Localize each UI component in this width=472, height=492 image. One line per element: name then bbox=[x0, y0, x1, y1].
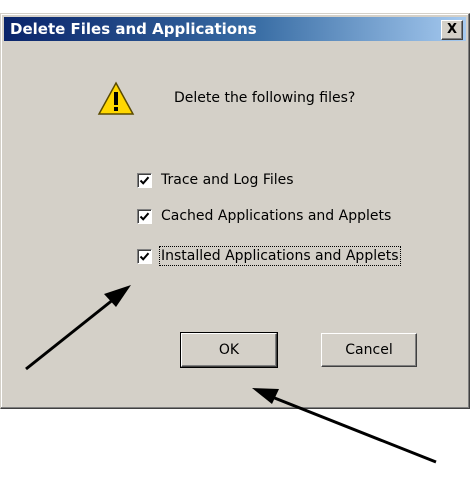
arrow-to-ok-button bbox=[252, 388, 437, 464]
arrow-to-installed-option bbox=[25, 285, 131, 371]
annotation-arrows bbox=[25, 285, 437, 464]
